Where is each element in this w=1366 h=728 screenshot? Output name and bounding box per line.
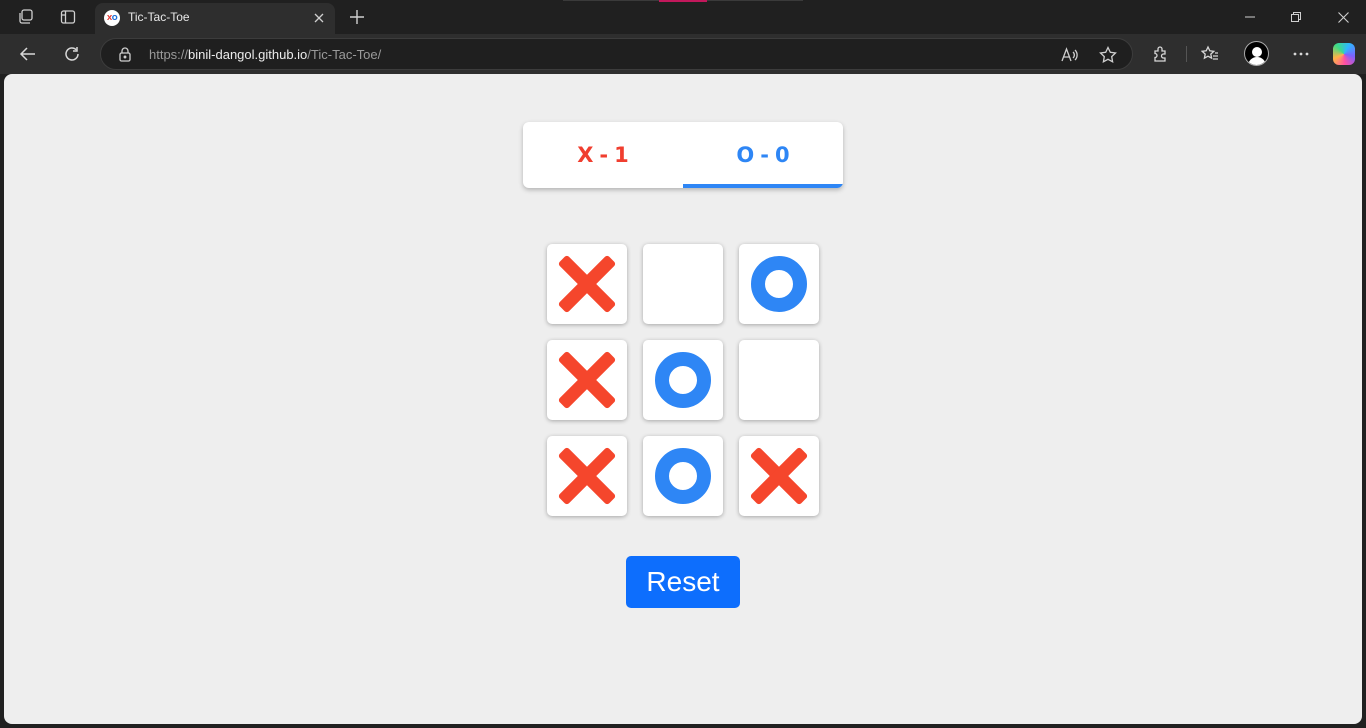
board-cell[interactable] [643,436,723,516]
tab-title: Tic-Tac-Toe [128,10,190,24]
game-board [547,244,819,516]
extensions-icon[interactable] [1148,42,1174,66]
refresh-icon[interactable] [59,42,85,66]
current-turn-indicator [683,184,843,188]
close-window-icon[interactable] [1320,4,1366,30]
close-tab-icon[interactable] [309,8,329,28]
x-mark-icon [559,448,615,504]
favorite-star-icon[interactable] [1098,45,1118,65]
window-drag-indicator-accent [659,0,707,2]
board-cell[interactable] [739,244,819,324]
board-cell[interactable] [643,340,723,420]
toolbar-separator [1186,46,1187,62]
board-cell[interactable] [547,244,627,324]
tictactoe-favicon-icon: XO [104,10,120,26]
score-x: X-1 [577,143,629,167]
favorites-icon[interactable] [1197,42,1223,66]
scoreboard: X-1 O-0 [523,122,843,188]
x-mark-icon [559,352,615,408]
workspaces-icon[interactable] [16,7,36,27]
board-cell[interactable] [643,244,723,324]
x-mark-icon [559,256,615,312]
o-mark-icon [655,448,711,504]
browser-tab-bar: XO Tic-Tac-Toe [0,0,1366,34]
board-cell[interactable] [739,340,819,420]
browser-toolbar: https://binil-dangol.github.io/Tic-Tac-T… [0,34,1366,74]
back-icon[interactable] [15,42,41,66]
restore-icon[interactable] [1273,4,1319,30]
url-text[interactable]: https://binil-dangol.github.io/Tic-Tac-T… [149,47,381,62]
tab-actions-icon[interactable] [58,7,78,27]
browser-tab-active[interactable]: XO Tic-Tac-Toe [95,3,335,34]
o-mark-icon [751,256,807,312]
board-cell[interactable] [547,340,627,420]
read-aloud-icon[interactable] [1059,45,1079,65]
address-bar[interactable]: https://binil-dangol.github.io/Tic-Tac-T… [100,38,1133,70]
board-cell[interactable] [547,436,627,516]
minimize-icon[interactable] [1227,4,1273,30]
new-tab-icon[interactable] [345,5,369,29]
lock-icon[interactable] [117,46,133,62]
reset-button[interactable]: Reset [626,556,740,608]
o-mark-icon [655,352,711,408]
x-mark-icon [751,448,807,504]
page-viewport: X-1 O-0 Reset [4,74,1362,724]
board-cell[interactable] [739,436,819,516]
score-o: O-0 [736,143,790,167]
profile-avatar[interactable] [1244,41,1269,66]
copilot-icon[interactable] [1333,43,1355,65]
more-options-icon[interactable] [1288,42,1314,66]
